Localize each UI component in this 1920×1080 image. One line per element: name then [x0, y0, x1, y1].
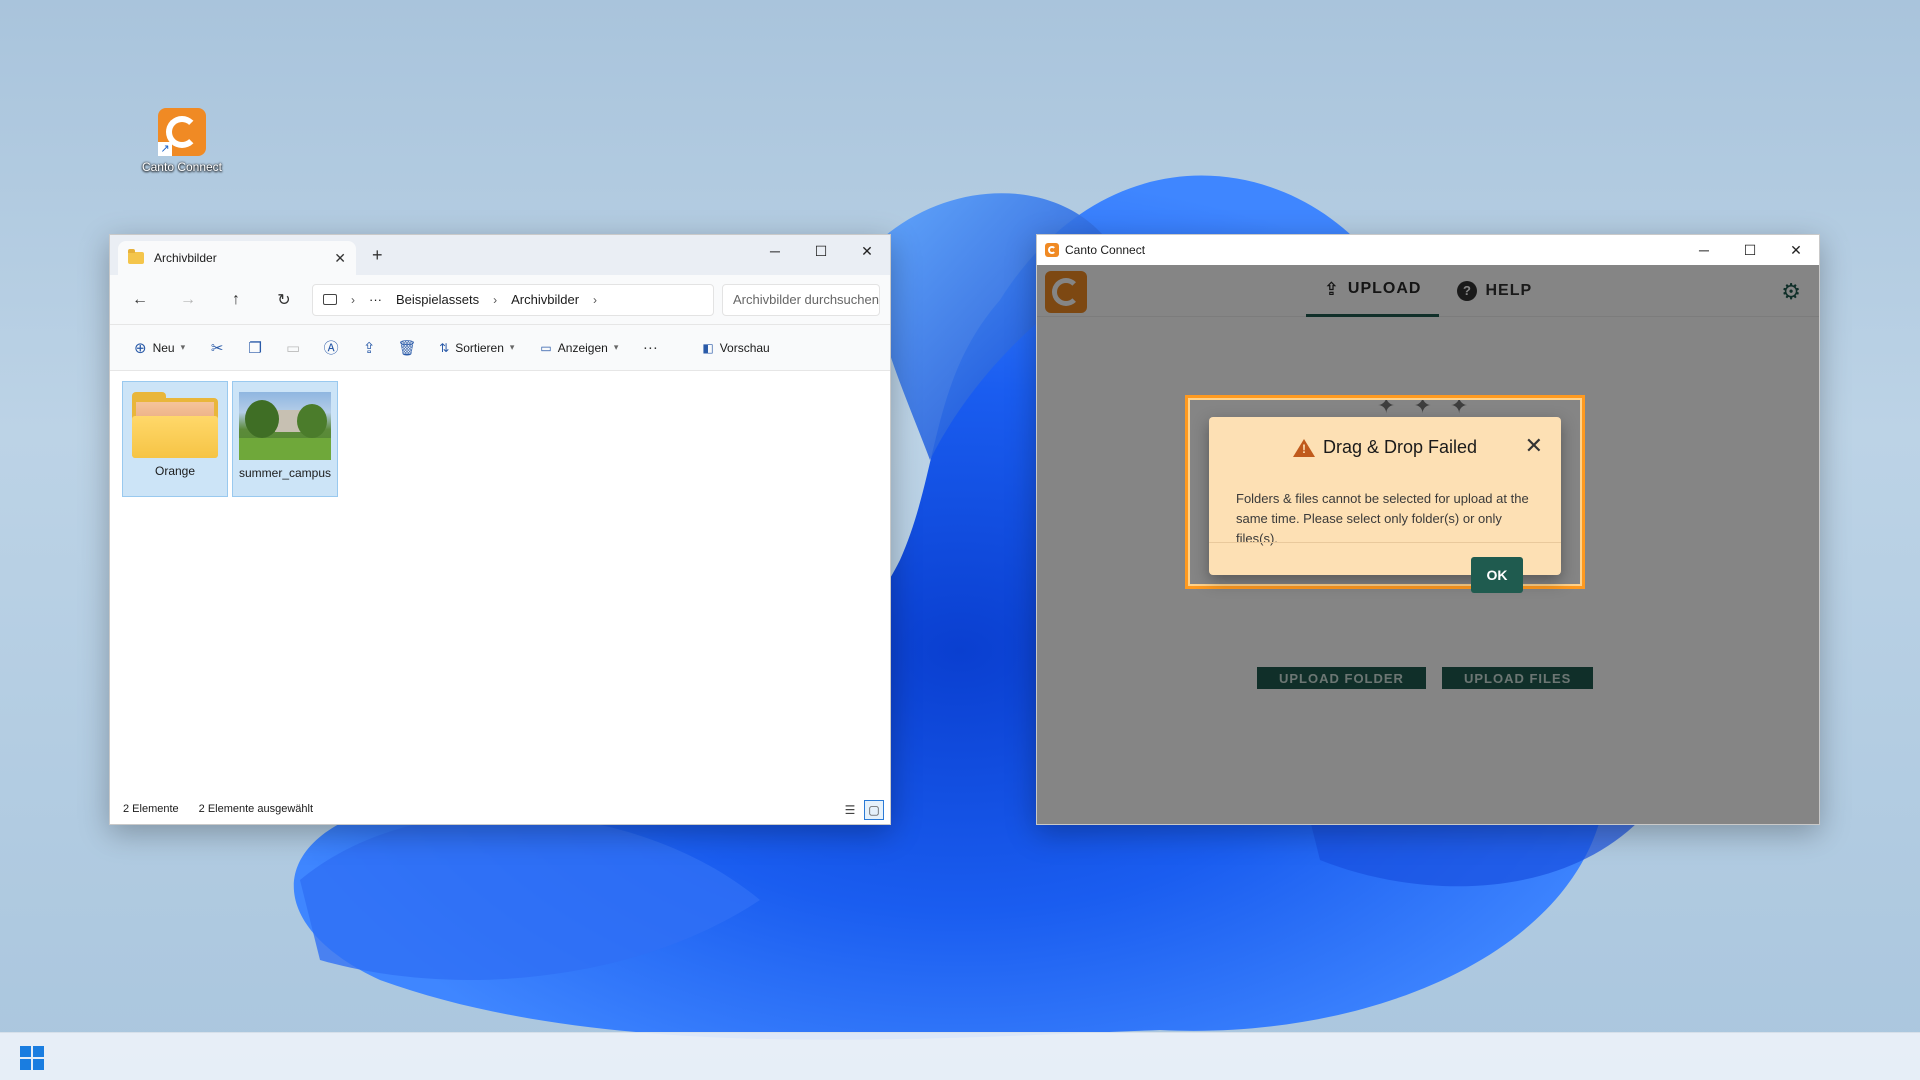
view-button-label: Anzeigen [557, 340, 608, 355]
view-button[interactable]: ▭ Anzeigen ▾ [530, 332, 628, 364]
rename-icon[interactable]: Ⓐ [315, 332, 347, 364]
view-toggle: ☰ ▢ [840, 800, 884, 820]
copy-icon[interactable]: ❐ [239, 332, 271, 364]
selection-count: 2 Elemente ausgewählt [198, 803, 314, 815]
breadcrumb-item[interactable]: Archivbilder [511, 292, 579, 307]
cut-icon[interactable]: ✂ [201, 332, 233, 364]
canto-titlebar: Canto Connect ─ ☐ ✕ [1037, 235, 1819, 265]
tiles-view-icon[interactable]: ▢ [864, 800, 884, 820]
close-tab-icon[interactable]: ✕ [334, 250, 346, 267]
chevron-down-icon: ▾ [509, 342, 515, 352]
file-item-folder[interactable]: Orange [122, 381, 228, 497]
plus-circle-icon: ⊕ [134, 339, 147, 357]
refresh-button[interactable]: ↻ [264, 284, 304, 316]
desktop-icon-label: Canto Connect [141, 160, 223, 174]
chevron-down-icon: ▾ [613, 342, 619, 352]
taskbar [0, 1032, 1920, 1080]
details-view-icon[interactable]: ☰ [840, 800, 860, 820]
canto-logo-icon: ↗ [158, 108, 206, 156]
preview-button-label: Vorschau [719, 340, 770, 355]
dialog-title: Drag & Drop Failed [1209, 437, 1561, 458]
explorer-tab[interactable]: Archivbilder ✕ [118, 241, 356, 275]
new-tab-button[interactable]: + [372, 245, 383, 266]
warning-icon [1292, 438, 1315, 457]
item-count: 2 Elemente [123, 803, 179, 815]
new-button[interactable]: ⊕ Neu ▾ [124, 332, 195, 364]
close-icon[interactable]: ✕ [1525, 433, 1543, 459]
status-bar: 2 Elemente 2 Elemente ausgewählt [110, 794, 890, 824]
window-title: Canto Connect [1065, 243, 1146, 257]
view-icon: ▭ [540, 340, 552, 355]
folder-icon [128, 249, 144, 264]
maximize-button[interactable]: ☐ [798, 235, 844, 267]
desktop-icon-canto-connect[interactable]: ↗ Canto Connect [132, 108, 232, 174]
start-button[interactable] [20, 1046, 44, 1070]
sort-button-label: Sortieren [455, 340, 504, 355]
file-item-label: summer_campus [238, 466, 332, 480]
computer-icon [323, 294, 337, 305]
canto-connect-window: Canto Connect ─ ☐ ✕ ⇪ UPLOAD ? HELP ⚙ ✦✦… [1036, 234, 1820, 825]
dialog-title-text: Drag & Drop Failed [1322, 437, 1478, 457]
new-button-label: Neu [152, 340, 175, 355]
search-input[interactable]: Archivbilder durchsuchen [722, 283, 880, 316]
close-button[interactable]: ✕ [1773, 235, 1819, 265]
back-button[interactable]: ← [120, 284, 160, 316]
window-controls: ─ ☐ ✕ [752, 235, 890, 267]
chevron-right-icon: › [351, 292, 355, 307]
minimize-button[interactable]: ─ [752, 235, 798, 267]
tab-title: Archivbilder [154, 251, 217, 265]
error-dialog: Drag & Drop Failed ✕ Folders & files can… [1209, 417, 1561, 593]
chevron-down-icon: ▾ [180, 342, 186, 352]
delete-icon[interactable]: 🗑 [391, 332, 423, 364]
dialog-message: Folders & files cannot be selected for u… [1236, 491, 1529, 546]
dialog-divider [1209, 542, 1561, 543]
sort-icon: ⇅ [439, 340, 450, 355]
preview-pane-icon: ◧ [702, 340, 714, 355]
breadcrumb-overflow[interactable]: ··· [369, 292, 382, 307]
window-controls: ─ ☐ ✕ [1681, 235, 1819, 265]
canto-app-icon [1045, 243, 1059, 257]
address-bar[interactable]: › ··· Beispielassets › Archivbilder › [312, 283, 714, 316]
canto-body: ⇪ UPLOAD ? HELP ⚙ ✦✦✦ UPLOAD FOLDER UPLO… [1037, 265, 1819, 824]
forward-button[interactable]: → [168, 284, 208, 316]
breadcrumb-item[interactable]: Beispielassets [396, 292, 479, 307]
maximize-button[interactable]: ☐ [1727, 235, 1773, 265]
command-bar: ⊕ Neu ▾ ✂ ❐ ▭ Ⓐ ⇪ 🗑 ⇅ Sortieren ▾ ▭ Anze… [110, 325, 890, 371]
image-thumbnail [239, 392, 331, 460]
explorer-titlebar: Archivbilder ✕ + ─ ☐ ✕ [110, 235, 890, 275]
up-button[interactable]: ↑ [216, 284, 256, 316]
more-options-button[interactable]: ··· [634, 332, 666, 364]
file-explorer-window: Archivbilder ✕ + ─ ☐ ✕ ← → ↑ ↻ › ··· Bei… [109, 234, 891, 825]
ok-button[interactable]: OK [1471, 557, 1523, 593]
modal-overlay: Drag & Drop Failed ✕ Folders & files can… [1037, 265, 1819, 824]
chevron-right-icon: › [593, 292, 598, 307]
navigation-bar: ← → ↑ ↻ › ··· Beispielassets › Archivbil… [110, 275, 890, 325]
shortcut-arrow-icon: ↗ [158, 142, 172, 156]
folder-thumbnail-icon [132, 392, 218, 458]
paste-icon[interactable]: ▭ [277, 332, 309, 364]
file-item-image[interactable]: summer_campus [232, 381, 338, 497]
close-button[interactable]: ✕ [844, 235, 890, 267]
file-item-label: Orange [154, 464, 196, 478]
minimize-button[interactable]: ─ [1681, 235, 1727, 265]
share-icon[interactable]: ⇪ [353, 332, 385, 364]
preview-button[interactable]: ◧ Vorschau [692, 332, 779, 364]
sort-button[interactable]: ⇅ Sortieren ▾ [429, 332, 524, 364]
file-list: Orange summer_campus [110, 371, 890, 794]
chevron-right-icon: › [493, 292, 498, 307]
